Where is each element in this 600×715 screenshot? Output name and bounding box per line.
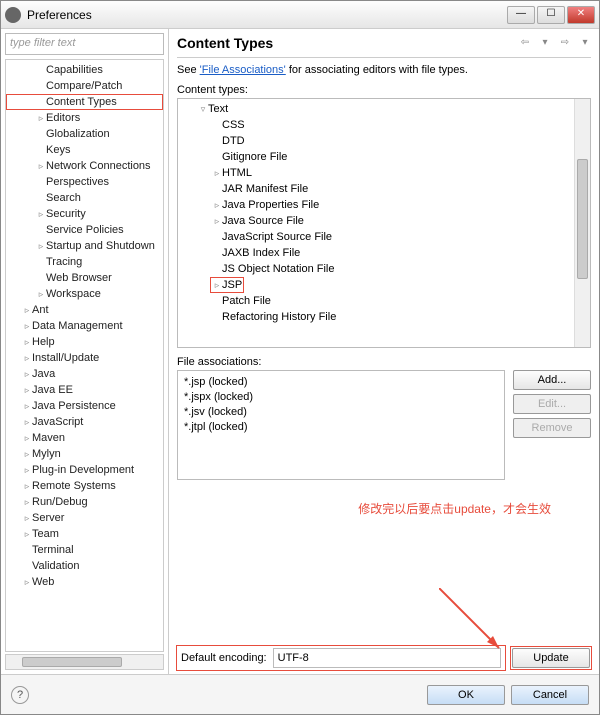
file-associations-label: File associations: — [177, 356, 591, 368]
menu-chevron-icon[interactable]: ▾ — [579, 37, 591, 49]
maximize-button[interactable]: ☐ — [537, 6, 565, 24]
content-type-item[interactable]: JAXB Index File — [210, 247, 300, 259]
tree-item[interactable]: ▹Data Management — [6, 318, 163, 334]
annotation-text: 修改完以后要点击update，才会生效 — [177, 500, 591, 517]
content-type-item[interactable]: JavaScript Source File — [210, 231, 332, 243]
vertical-scrollbar[interactable] — [574, 99, 590, 347]
app-icon — [5, 7, 21, 23]
content-type-item[interactable]: JS Object Notation File — [210, 263, 335, 275]
tree-item[interactable]: ▹Network Connections — [6, 158, 163, 174]
tree-item[interactable]: ▹Editors — [6, 110, 163, 126]
description-text: See 'File Associations' for associating … — [177, 64, 591, 76]
tree-item[interactable]: Capabilities — [6, 62, 163, 78]
horizontal-scrollbar[interactable] — [5, 654, 164, 670]
content-type-item[interactable]: Refactoring History File — [210, 311, 336, 323]
sidebar: type filter text CapabilitiesCompare/Pat… — [1, 29, 169, 674]
cancel-button[interactable]: Cancel — [511, 685, 589, 705]
tree-item[interactable]: ▹Web — [6, 574, 163, 590]
tree-item[interactable]: ▹Java EE — [6, 382, 163, 398]
tree-item[interactable]: ▹Remote Systems — [6, 478, 163, 494]
preferences-window: Preferences — ☐ ✕ type filter text Capab… — [0, 0, 600, 715]
tree-item[interactable]: Web Browser — [6, 270, 163, 286]
back-icon[interactable]: ⇦ — [519, 37, 531, 49]
edit-button: Edit... — [513, 394, 591, 414]
tree-item[interactable]: ▹Security — [6, 206, 163, 222]
ok-button[interactable]: OK — [427, 685, 505, 705]
tree-item[interactable]: ▹Mylyn — [6, 446, 163, 462]
filter-input[interactable]: type filter text — [5, 33, 164, 55]
tree-item[interactable]: ▹Maven — [6, 430, 163, 446]
content-title: Content Types — [177, 35, 519, 51]
content-panel: Content Types ⇦ ▾ ⇨ ▾ See 'File Associat… — [169, 29, 599, 674]
content-type-item[interactable]: ▹Java Source File — [210, 215, 304, 227]
update-button[interactable]: Update — [512, 648, 590, 668]
tree-item[interactable]: ▹Startup and Shutdown — [6, 238, 163, 254]
tree-item[interactable]: ▹Ant — [6, 302, 163, 318]
content-type-item[interactable]: ▹Java Properties File — [210, 199, 319, 211]
content-type-item[interactable]: ▹HTML — [210, 167, 252, 179]
content-type-item[interactable]: DTD — [210, 135, 245, 147]
footer: ? OK Cancel — [1, 674, 599, 714]
remove-button: Remove — [513, 418, 591, 438]
chevron-down-icon[interactable]: ▾ — [539, 37, 551, 49]
add-button[interactable]: Add... — [513, 370, 591, 390]
tree-item[interactable]: ▹Server — [6, 510, 163, 526]
tree-item[interactable]: ▹Install/Update — [6, 350, 163, 366]
tree-item[interactable]: ▹Workspace — [6, 286, 163, 302]
tree-item[interactable]: ▹Java Persistence — [6, 398, 163, 414]
tree-item[interactable]: Perspectives — [6, 174, 163, 190]
tree-item[interactable]: ▹JavaScript — [6, 414, 163, 430]
tree-item[interactable]: Service Policies — [6, 222, 163, 238]
tree-item[interactable]: Compare/Patch — [6, 78, 163, 94]
content-type-item[interactable]: CSS — [210, 119, 245, 131]
encoding-input[interactable] — [273, 648, 501, 668]
tree-item[interactable]: ▹Help — [6, 334, 163, 350]
content-type-item[interactable]: JAR Manifest File — [210, 183, 308, 195]
preferences-tree[interactable]: CapabilitiesCompare/PatchContent Types▹E… — [5, 59, 164, 652]
content-types-label: Content types: — [177, 84, 591, 96]
file-association-item[interactable]: *.jtpl (locked) — [184, 420, 498, 435]
encoding-label: Default encoding: — [181, 652, 267, 664]
tree-item[interactable]: Search — [6, 190, 163, 206]
help-icon[interactable]: ? — [11, 686, 29, 704]
content-type-item[interactable]: Gitignore File — [210, 151, 287, 163]
tree-item[interactable]: Keys — [6, 142, 163, 158]
tree-item[interactable]: ▹Team — [6, 526, 163, 542]
file-associations-link[interactable]: 'File Associations' — [200, 64, 286, 76]
encoding-group: Default encoding: — [177, 646, 505, 670]
window-title: Preferences — [27, 8, 507, 22]
file-associations-list[interactable]: *.jsp (locked)*.jspx (locked)*.jsv (lock… — [177, 370, 505, 480]
close-button[interactable]: ✕ — [567, 6, 595, 24]
file-association-item[interactable]: *.jspx (locked) — [184, 390, 498, 405]
tree-item[interactable]: ▹Plug-in Development — [6, 462, 163, 478]
content-type-item[interactable]: Patch File — [210, 295, 271, 307]
file-association-item[interactable]: *.jsp (locked) — [184, 375, 498, 390]
forward-icon[interactable]: ⇨ — [559, 37, 571, 49]
tree-item[interactable]: Terminal — [6, 542, 163, 558]
content-types-tree[interactable]: ▿Text CSS DTD Gitignore File ▹HTML JAR Manife… — [177, 98, 591, 348]
file-association-item[interactable]: *.jsv (locked) — [184, 405, 498, 420]
tree-item[interactable]: Globalization — [6, 126, 163, 142]
minimize-button[interactable]: — — [507, 6, 535, 24]
tree-item[interactable]: Content Types — [6, 94, 163, 110]
tree-item[interactable]: Tracing — [6, 254, 163, 270]
content-type-item[interactable]: ▹JSP — [210, 277, 244, 293]
tree-item[interactable]: ▹Java — [6, 366, 163, 382]
tree-item[interactable]: Validation — [6, 558, 163, 574]
tree-item[interactable]: ▹Run/Debug — [6, 494, 163, 510]
titlebar: Preferences — ☐ ✕ — [1, 1, 599, 29]
content-type-item[interactable]: ▿Text — [196, 103, 228, 115]
